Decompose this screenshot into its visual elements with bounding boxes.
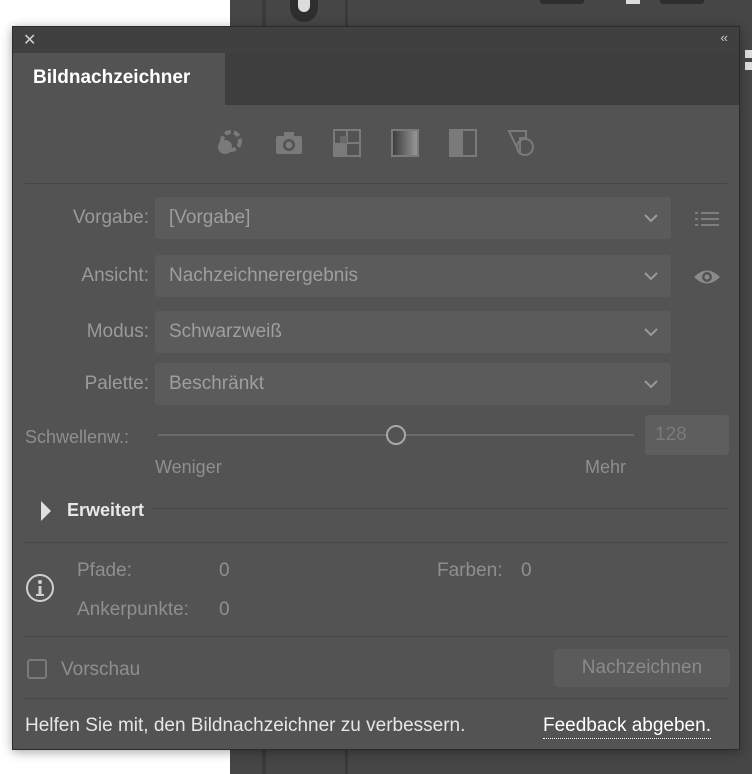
grayscale-icon[interactable] — [389, 127, 421, 159]
mode-value: Schwarzweiß — [169, 321, 282, 342]
preview-label[interactable]: Vorschau — [61, 659, 140, 681]
preview-checkbox[interactable] — [27, 659, 47, 679]
divider — [153, 508, 727, 509]
expand-triangle-icon[interactable] — [41, 501, 51, 521]
black-white-icon[interactable] — [447, 127, 479, 159]
preset-select[interactable]: [Vorgabe] — [155, 197, 671, 239]
low-color-icon[interactable] — [331, 127, 363, 159]
divider — [25, 698, 727, 699]
workspace-tool-knob-inner — [298, 0, 310, 12]
workspace-control — [660, 0, 704, 4]
view-label: Ansicht: — [81, 265, 149, 286]
image-trace-panel: ✕ ‹‹ Bildnachzeichner Vorgabe: [Vorgabe]… — [12, 26, 740, 750]
threshold-value-field[interactable]: 128 — [645, 415, 729, 455]
photo-camera-icon[interactable] — [273, 127, 305, 159]
chevron-down-icon — [643, 255, 659, 313]
threshold-max-label: Mehr — [585, 457, 627, 477]
threshold-label: Schwellenw.: — [25, 427, 130, 447]
paths-label: Pfade: — [77, 560, 132, 581]
threshold-min-label: Weniger — [155, 457, 222, 477]
mode-select[interactable]: Schwarzweiß — [155, 311, 671, 353]
panel-titlebar: ✕ ‹‹ — [13, 27, 739, 53]
feedback-link[interactable]: Feedback abgeben. — [543, 715, 711, 739]
collapse-panel-icon[interactable]: ‹‹ — [720, 30, 728, 45]
chevron-down-icon — [643, 311, 659, 369]
workspace-edge-mark — [745, 62, 752, 70]
divider — [25, 183, 727, 184]
divider — [25, 542, 727, 543]
threshold-slider-thumb[interactable] — [386, 425, 406, 445]
auto-color-icon[interactable] — [213, 127, 245, 159]
chevron-down-icon — [643, 363, 659, 421]
divider — [25, 636, 727, 637]
panel-tabbar: Bildnachzeichner — [13, 53, 739, 105]
workspace-control — [540, 0, 584, 4]
anchors-value: 0 — [219, 599, 230, 620]
close-icon[interactable]: ✕ — [23, 30, 36, 50]
preset-list-menu-icon[interactable] — [691, 203, 723, 235]
eye-icon[interactable] — [691, 261, 723, 293]
palette-label: Palette: — [84, 373, 149, 394]
advanced-toggle[interactable]: Erweitert — [67, 500, 144, 521]
workspace-control — [626, 0, 640, 4]
chevron-down-icon — [643, 197, 659, 255]
trace-button[interactable]: Nachzeichnen — [554, 649, 730, 687]
view-value: Nachzeichnerergebnis — [169, 265, 359, 286]
palette-value: Beschränkt — [169, 373, 265, 394]
view-select[interactable]: Nachzeichnerergebnis — [155, 255, 671, 297]
anchors-label: Ankerpunkte: — [77, 599, 189, 620]
preset-value: [Vorgabe] — [169, 207, 251, 228]
tab-image-trace[interactable]: Bildnachzeichner — [13, 53, 225, 105]
mode-label: Modus: — [86, 321, 149, 342]
outline-icon[interactable] — [505, 127, 537, 159]
paths-value: 0 — [219, 560, 230, 581]
info-icon — [25, 573, 55, 608]
colors-label: Farben: — [437, 560, 503, 581]
feedback-prompt: Helfen Sie mit, den Bildnachzeichner zu … — [25, 715, 466, 736]
palette-select[interactable]: Beschränkt — [155, 363, 671, 405]
preset-label: Vorgabe: — [72, 207, 149, 228]
workspace-edge-mark — [745, 50, 752, 58]
colors-value: 0 — [521, 560, 532, 581]
